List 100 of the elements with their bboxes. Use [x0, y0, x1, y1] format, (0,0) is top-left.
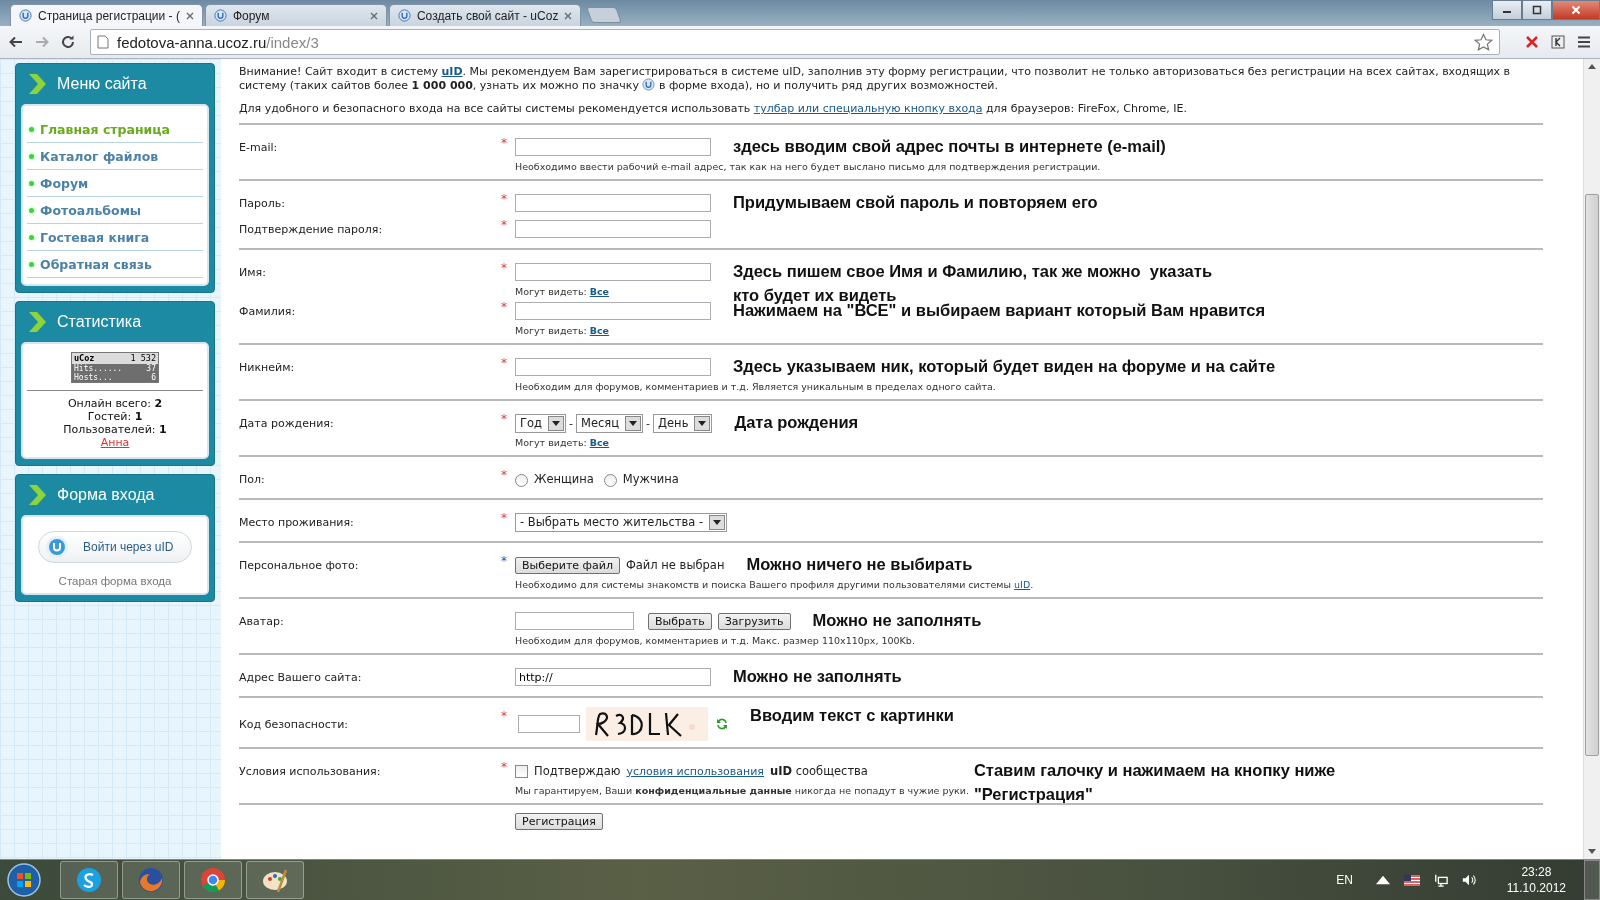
tray-arrow-icon[interactable] [1375, 873, 1390, 887]
control-text: Подтверждаю [534, 764, 621, 778]
scroll-up-icon[interactable] [1588, 64, 1596, 69]
radio-label[interactable]: Женщина [534, 472, 594, 486]
annotation-text: Можно не заполнять [812, 610, 982, 631]
input-field[interactable] [515, 138, 711, 156]
form-button[interactable]: Выберите файл [515, 556, 620, 574]
caret-icon [629, 420, 638, 426]
reload-icon[interactable] [60, 34, 76, 50]
visibility-link[interactable]: Все [589, 325, 610, 336]
visibility-link[interactable]: Все [589, 286, 610, 297]
menu-item[interactable]: Форум [27, 170, 203, 197]
maximize-icon [1532, 5, 1542, 15]
app-icon [199, 866, 227, 894]
input-field[interactable] [518, 715, 580, 733]
uid-login-button[interactable]: Войти через uID [38, 531, 192, 563]
close-icon[interactable] [369, 11, 378, 20]
refresh-icon[interactable] [716, 718, 728, 730]
input-field[interactable] [515, 612, 634, 630]
link[interactable]: uID [441, 65, 463, 78]
close-button[interactable] [1552, 0, 1600, 20]
taskbar-app[interactable] [60, 861, 118, 899]
speaker-icon[interactable] [1461, 873, 1476, 887]
extension-icon[interactable] [1550, 34, 1566, 50]
dropdown[interactable]: Месяц [576, 413, 644, 433]
asterisk: * [501, 192, 507, 206]
old-login-link[interactable]: Старая форма входа [58, 575, 172, 587]
control-text: Файл не выбран [625, 558, 725, 572]
hit-counter[interactable]: uCoz 1 532 Hits...... 37 Hosts... 6 [71, 352, 159, 383]
online-count: Онлайн всего: 2 [67, 397, 163, 410]
input-field[interactable] [515, 194, 711, 212]
input-field[interactable] [515, 358, 711, 376]
intro-text: Внимание! Сайт входит в систему uID. Мы рекомендуем Вам зарегистрироваться в системе uID, заполнив эту форму регистрации, что позволит не только авторизоваться без регистрации на всех сайтах, входящих в систему (таких сайтов более 1 000 000, узнать их можно по значку в форме входа), но и получить ряд других возможностей. [239, 65, 1512, 92]
close-icon[interactable] [564, 11, 573, 20]
register-button[interactable]: Регистрация [515, 813, 603, 830]
user-link[interactable]: Анна [100, 436, 130, 449]
dropdown[interactable]: День [653, 413, 713, 433]
annotation-text: Можно не заполнять [733, 666, 902, 687]
checkbox[interactable] [515, 764, 528, 778]
browser-tab[interactable]: Страница регистрации - ( [10, 4, 203, 26]
annotation-text: Дата рождения [734, 411, 859, 433]
menu-item[interactable]: Фотоальбомы [27, 197, 203, 224]
panel-title: Меню сайта [57, 75, 147, 93]
caret-icon [713, 519, 722, 525]
close-icon[interactable] [185, 11, 194, 20]
taskbar-app[interactable] [122, 861, 180, 899]
page-icon [97, 35, 109, 49]
browser-tab[interactable]: Форум [204, 4, 387, 26]
dropdown[interactable]: - Выбрать место жительства - [515, 512, 728, 532]
asterisk: * [501, 412, 507, 426]
scroll-down-icon[interactable] [1588, 849, 1596, 854]
uid-icon [213, 9, 227, 22]
form-button[interactable]: Загрузить [717, 612, 791, 630]
asterisk: * [501, 356, 507, 370]
field-label: Условия использования: [239, 764, 382, 778]
visibility-link[interactable]: Все [589, 437, 610, 448]
link[interactable]: тулбар или специальную кнопку входа [753, 102, 983, 115]
start-button[interactable] [6, 862, 42, 898]
terms-link[interactable]: условия использования [626, 764, 764, 778]
dropdown[interactable]: Год [515, 413, 566, 433]
browser-tab[interactable]: Создать свой сайт - uCoz [388, 4, 582, 26]
field-label: Аватар: [239, 614, 285, 628]
menu-icon[interactable] [1576, 34, 1592, 50]
radio-button[interactable] [515, 474, 528, 487]
visibility-text: Могут видеть: Все [515, 324, 610, 337]
uid-icon [19, 9, 32, 22]
asterisk: * [501, 468, 507, 482]
clock[interactable]: 23:28 11.10.2012 [1506, 864, 1566, 896]
field-label: E-mail: [239, 140, 279, 154]
chevron-icon [27, 311, 47, 333]
taskbar-app[interactable] [184, 861, 242, 899]
menu-item[interactable]: Обратная связь [27, 251, 203, 278]
back-icon[interactable] [8, 34, 24, 50]
input-field[interactable] [515, 263, 711, 281]
star-icon[interactable] [1474, 32, 1493, 52]
caret-icon [698, 420, 707, 426]
form-button[interactable]: Выбрать [648, 612, 712, 630]
input-field[interactable] [515, 220, 711, 238]
maximize-button[interactable] [1522, 0, 1552, 20]
asterisk: * [501, 709, 507, 723]
flag-icon[interactable] [1403, 874, 1420, 886]
asterisk: * [501, 300, 507, 314]
caret-icon [552, 420, 560, 426]
tab-title: Страница регистрации - ( [38, 8, 180, 23]
input-field[interactable] [515, 302, 711, 320]
field-label: Пароль: [239, 196, 286, 210]
radio-label[interactable]: Мужчина [622, 472, 679, 486]
tab-title: Форум [232, 8, 271, 23]
address-bar[interactable]: fedotova-anna.ucoz.ru/index/3 [90, 29, 1500, 55]
network-icon[interactable] [1433, 873, 1448, 887]
asterisk: * [501, 554, 507, 568]
scrollbar[interactable] [1583, 59, 1600, 859]
minimize-button[interactable] [1492, 0, 1522, 20]
scrollbar-thumb[interactable] [1585, 194, 1599, 756]
language-indicator[interactable]: EN [1336, 873, 1353, 887]
taskbar-app[interactable] [246, 861, 304, 899]
menu-item[interactable]: Гостевая книга [27, 224, 203, 251]
menu-item[interactable]: Каталог файлов [27, 143, 203, 170]
input-field[interactable]: http:// [515, 668, 711, 686]
radio-button[interactable] [603, 474, 617, 487]
